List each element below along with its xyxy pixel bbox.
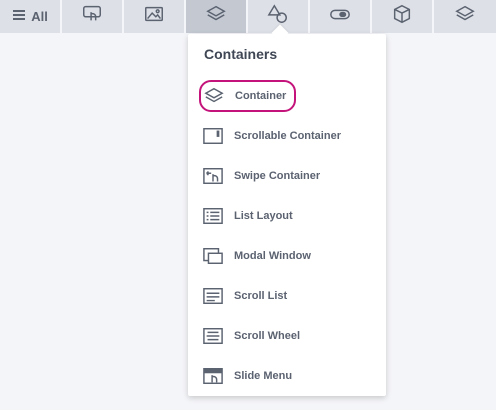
item-container[interactable]: Container [199,80,297,112]
modal-icon [202,246,224,266]
image-icon [143,3,165,30]
item-label: Modal Window [234,250,311,262]
tab-touch[interactable] [62,0,122,33]
item-label: Swipe Container [234,170,321,182]
item-scrollable-container[interactable]: Scrollable Container [202,122,341,150]
tab-3d[interactable] [372,0,432,33]
scroll-list-icon [202,286,224,306]
containers-dropdown: Containers Container Scrollable Containe… [188,34,386,396]
touch-icon [81,3,103,30]
item-scroll-list[interactable]: Scroll List [202,282,287,310]
item-slide-menu[interactable]: Slide Menu [202,362,292,390]
tab-all[interactable]: All [0,0,60,33]
item-label: Container [235,90,287,102]
item-modal-window[interactable]: Modal Window [202,242,311,270]
scroll-wheel-icon [202,326,224,346]
tab-image[interactable] [124,0,184,33]
tab-containers[interactable] [186,0,246,33]
item-scroll-wheel[interactable]: Scroll Wheel [202,322,300,350]
item-swipe-container[interactable]: Swipe Container [202,162,320,190]
item-label: Scroll List [234,290,288,302]
cube-icon [391,3,413,30]
swipe-icon [202,166,224,186]
hamburger-icon [12,8,26,25]
stack-icon [454,3,476,30]
tab-stack[interactable] [434,0,496,33]
panel-title: Containers [204,46,278,62]
list-icon [202,206,224,226]
item-label: Scroll Wheel [234,330,301,342]
toggle-icon [329,3,351,30]
scrollable-icon [202,126,224,146]
layers-icon [203,86,225,106]
item-label: List Layout [234,210,293,222]
slide-menu-icon [202,366,224,386]
layers-icon [205,3,227,30]
tab-all-label: All [31,9,48,24]
item-list-layout[interactable]: List Layout [202,202,293,230]
category-toolbar: All [0,0,496,34]
item-label: Scrollable Container [234,130,341,142]
tab-toggle[interactable] [310,0,370,33]
item-label: Slide Menu [234,370,293,382]
